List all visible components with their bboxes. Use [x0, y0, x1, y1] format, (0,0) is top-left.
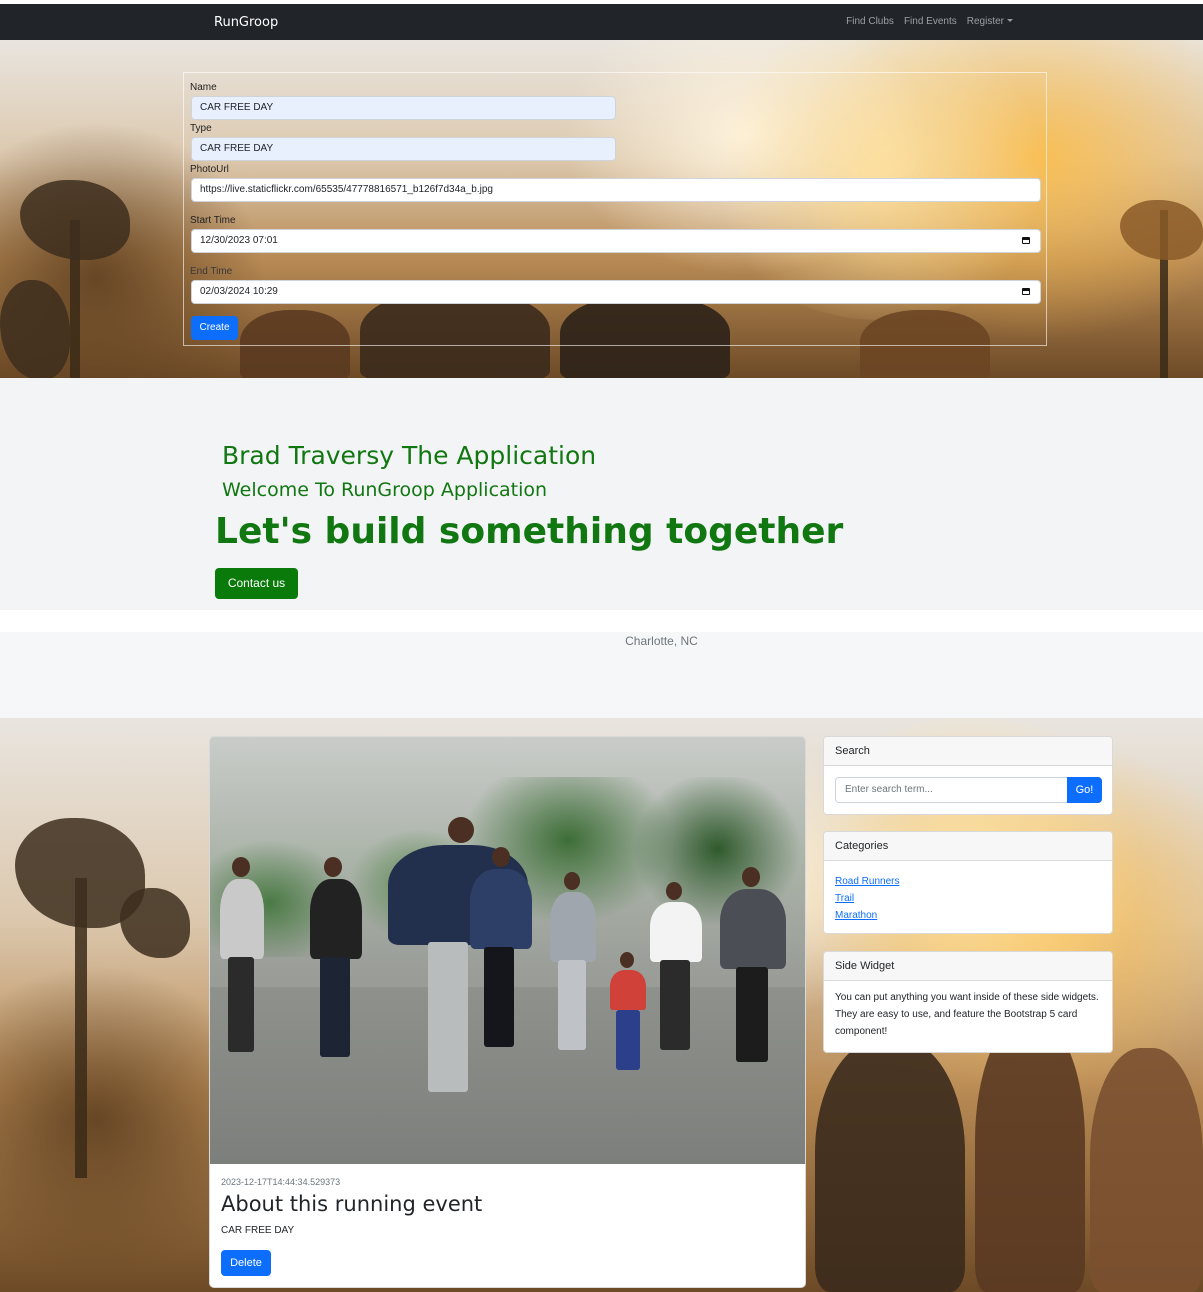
- categories-widget: Categories Road Runners Trail Marathon: [823, 831, 1113, 934]
- search-widget: Search Enter search term... Go!: [823, 736, 1113, 815]
- location-text: Charlotte, NC: [625, 634, 698, 648]
- jumbotron: [0, 378, 1203, 610]
- name-label: Name: [190, 82, 217, 93]
- side-widget-text: You can put anything you want inside of …: [835, 992, 1099, 1037]
- side-widget: Side Widget You can put anything you wan…: [823, 951, 1113, 1053]
- create-event-form: Name CAR FREE DAY Type CAR FREE DAY Phot…: [183, 72, 1047, 346]
- name-input[interactable]: CAR FREE DAY: [191, 96, 616, 120]
- jumbotron-heading-medium: Welcome To RunGroop Application: [222, 479, 548, 501]
- photo-url-input[interactable]: https://live.staticflickr.com/65535/4777…: [191, 178, 1041, 202]
- category-link-road-runners[interactable]: Road Runners: [835, 873, 1101, 890]
- start-time-label: Start Time: [190, 215, 236, 226]
- start-time-value: 12/30/2023 07:01: [200, 235, 278, 246]
- event-title: About this running event: [221, 1192, 483, 1216]
- photo-url-label: PhotoUrl: [190, 164, 229, 175]
- create-button[interactable]: Create: [191, 316, 238, 340]
- joshua-tree: [20, 180, 130, 260]
- calendar-icon[interactable]: [1022, 288, 1030, 295]
- nav-find-clubs[interactable]: Find Clubs: [846, 16, 894, 27]
- runner-silhouette: [1090, 1048, 1203, 1292]
- runner-silhouette: [975, 1018, 1085, 1292]
- end-time-label: End Time: [190, 266, 233, 277]
- search-widget-header: Search: [824, 737, 1112, 766]
- nav-links: Find Clubs Find Events Register: [846, 16, 1013, 27]
- type-input[interactable]: CAR FREE DAY: [191, 137, 616, 161]
- nav-find-events[interactable]: Find Events: [904, 16, 957, 27]
- search-go-button[interactable]: Go!: [1067, 777, 1102, 803]
- start-time-input[interactable]: 12/30/2023 07:01: [191, 229, 1041, 253]
- type-label: Type: [190, 123, 212, 134]
- category-link-trail[interactable]: Trail: [835, 890, 1101, 907]
- joshua-tree: [120, 888, 190, 958]
- end-time-input[interactable]: 02/03/2024 10:29: [191, 280, 1041, 304]
- event-name: CAR FREE DAY: [221, 1225, 295, 1236]
- caret-down-icon: [1007, 19, 1013, 22]
- jumbotron-heading-small: Brad Traversy The Application: [222, 441, 597, 470]
- event-card: 2023-12-17T14:44:34.529373 About this ru…: [209, 736, 806, 1288]
- side-widget-header: Side Widget: [824, 952, 1112, 981]
- contact-us-button[interactable]: Contact us: [215, 568, 298, 599]
- event-timestamp: 2023-12-17T14:44:34.529373: [221, 1177, 341, 1187]
- runner-silhouette: [815, 1038, 965, 1292]
- event-photo: [210, 737, 805, 1164]
- jumbotron-heading-large: Let's build something together: [215, 511, 844, 552]
- categories-widget-header: Categories: [824, 832, 1112, 861]
- categories-list: Road Runners Trail Marathon: [824, 861, 1112, 924]
- navbar: RunGroop Find Clubs Find Events Register: [0, 0, 1203, 40]
- brand-link[interactable]: RunGroop: [214, 15, 278, 30]
- end-time-value: 02/03/2024 10:29: [200, 286, 278, 297]
- search-input[interactable]: Enter search term...: [835, 777, 1067, 803]
- calendar-icon[interactable]: [1022, 237, 1030, 244]
- nav-register-dropdown[interactable]: Register: [967, 16, 1013, 27]
- category-link-marathon[interactable]: Marathon: [835, 907, 1101, 924]
- joshua-tree: [0, 280, 70, 378]
- joshua-tree: [1120, 200, 1203, 260]
- delete-button[interactable]: Delete: [221, 1250, 271, 1276]
- nav-register-label: Register: [966, 16, 1004, 27]
